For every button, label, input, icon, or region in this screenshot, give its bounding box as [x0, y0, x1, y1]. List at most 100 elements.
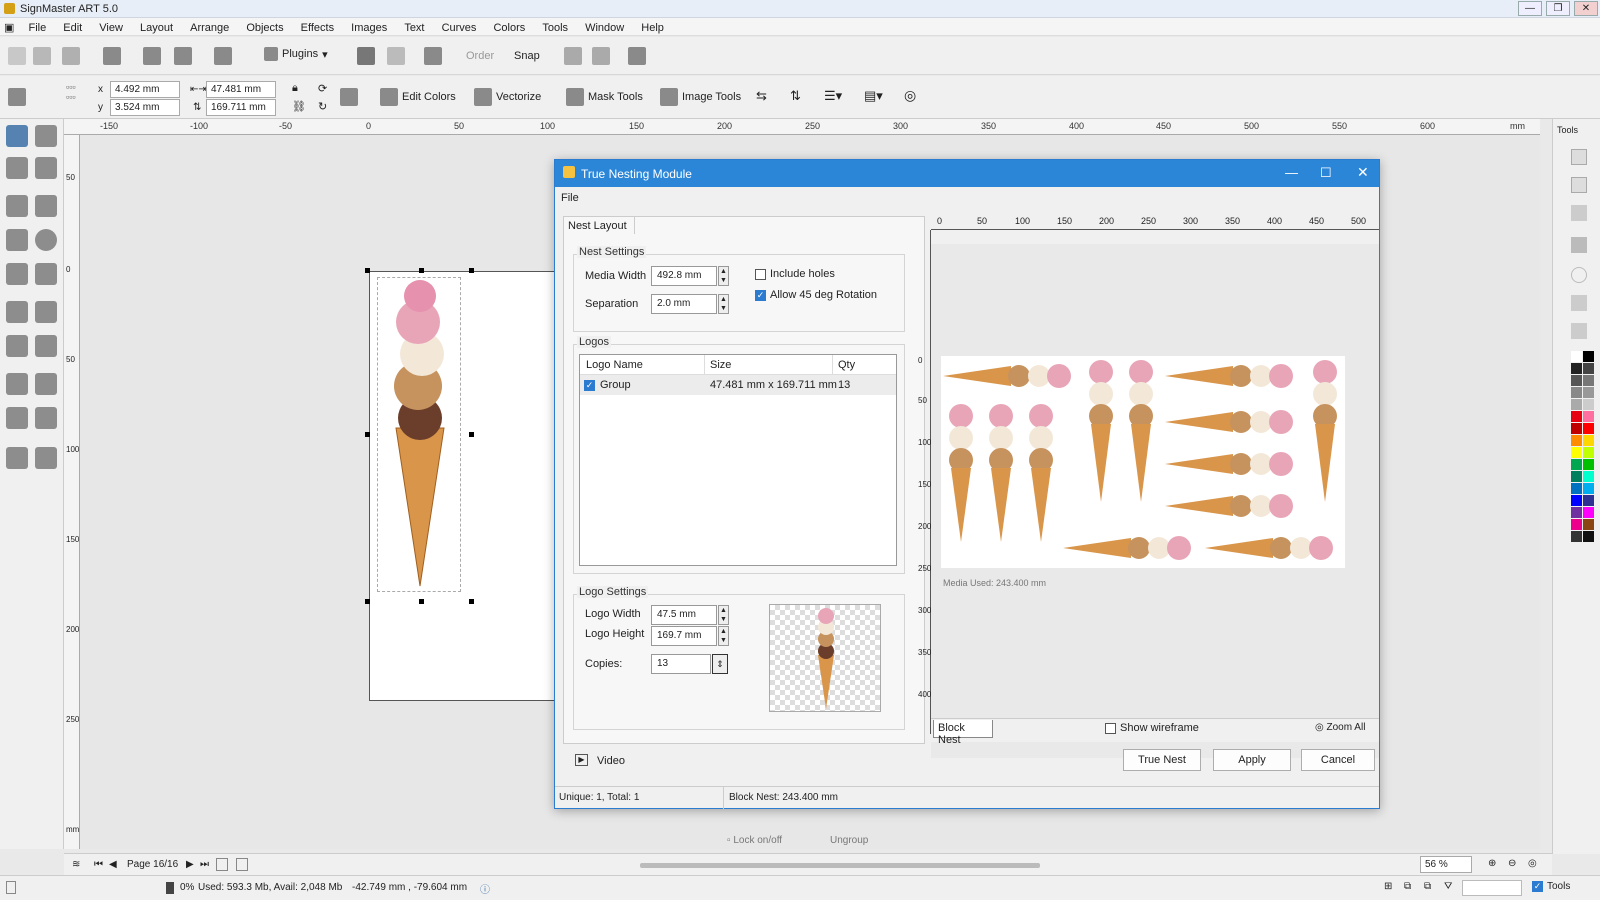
polygon-tool-icon[interactable]	[35, 263, 57, 285]
color-swatch[interactable]	[1583, 447, 1594, 458]
minimize-button[interactable]: —	[1518, 1, 1542, 16]
filter-icon[interactable]: ⛛	[1444, 881, 1452, 892]
zoom-out-icon[interactable]: ⊖	[1508, 858, 1516, 869]
redo-icon[interactable]	[387, 47, 405, 65]
fx-tool-icon[interactable]	[35, 373, 57, 395]
menu-effects[interactable]: Effects	[294, 19, 341, 37]
separation-input[interactable]: 2.0 mm	[651, 294, 717, 314]
print-icon[interactable]	[143, 47, 161, 65]
fill-tool-icon[interactable]	[6, 335, 28, 357]
panel-icon[interactable]	[1571, 295, 1587, 311]
anchor-grid-icon[interactable]: ▫▫▫ ▫▫▫	[66, 82, 76, 102]
rectangle-tool-icon[interactable]	[6, 229, 28, 251]
color-swatch[interactable]	[1583, 531, 1594, 542]
table-row[interactable]: ✓ Group 47.481 mm x 169.711 mm 13	[580, 375, 896, 395]
pan-tool-icon[interactable]	[35, 157, 57, 179]
color-swatch[interactable]	[1571, 399, 1582, 410]
menu-help[interactable]: Help	[634, 19, 671, 37]
color-swatch[interactable]	[1583, 519, 1594, 530]
order-button[interactable]: Order	[466, 50, 494, 62]
snap-grid-icon[interactable]: ⊞	[1384, 881, 1392, 892]
align-icon[interactable]: ☰▾	[824, 88, 842, 104]
menu-window[interactable]: Window	[578, 19, 631, 37]
crop-tool-icon[interactable]	[35, 447, 57, 469]
lock-ratio-icon[interactable]: 🔒︎	[292, 82, 298, 95]
open-icon[interactable]	[33, 47, 51, 65]
color-swatch[interactable]	[1571, 459, 1582, 470]
color-swatch[interactable]	[1571, 411, 1582, 422]
zoom-fit-icon[interactable]: ◎	[1528, 858, 1537, 869]
ellipse-tool-icon[interactable]	[35, 229, 57, 251]
y-field[interactable]: 3.524 mm	[110, 99, 180, 116]
ungroup-icon[interactable]	[592, 47, 610, 65]
shape-tool-icon[interactable]	[6, 263, 28, 285]
menu-colors[interactable]: Colors	[486, 19, 532, 37]
video-label[interactable]: Video	[597, 755, 625, 767]
add-page-icon[interactable]	[216, 858, 228, 871]
color-swatch[interactable]	[1571, 423, 1582, 434]
prev-page-icon[interactable]: ◀	[109, 859, 117, 870]
text-effect-tool-icon[interactable]	[6, 373, 28, 395]
new-icon[interactable]	[8, 47, 26, 65]
rotate-icon[interactable]: ⟳	[318, 82, 327, 95]
distribute-icon[interactable]: ▤▾	[864, 88, 883, 104]
height-field[interactable]: 169.711 mm	[206, 99, 276, 116]
select-tool-icon[interactable]	[6, 125, 28, 147]
color-swatch[interactable]	[1571, 471, 1582, 482]
tools-panel-tab[interactable]: Tools	[1557, 125, 1578, 135]
brush-tool-icon[interactable]	[35, 301, 57, 323]
cancel-button[interactable]: Cancel	[1301, 749, 1375, 771]
color-swatch[interactable]	[1571, 375, 1582, 386]
select-group-icon[interactable]	[424, 47, 442, 65]
color-swatch[interactable]	[1583, 435, 1594, 446]
col-logo-name[interactable]: Logo Name	[586, 359, 643, 371]
zoom-tool-icon[interactable]	[6, 157, 28, 179]
color-swatch[interactable]	[1571, 531, 1582, 542]
snap-object-icon[interactable]: ⧉	[1404, 881, 1411, 892]
weld-tool-icon[interactable]	[35, 407, 57, 429]
page-setup-icon[interactable]	[236, 858, 248, 871]
menu-edit[interactable]: Edit	[56, 19, 89, 37]
color-swatch[interactable]	[1583, 363, 1594, 374]
color-swatch[interactable]	[1571, 483, 1582, 494]
menu-view[interactable]: View	[92, 19, 130, 37]
logo-height-input[interactable]: 169.7 mm	[651, 626, 717, 646]
flip-horizontal-icon[interactable]: ⇆	[756, 88, 767, 104]
logo-height-stepper[interactable]: ▲ ▼	[718, 626, 729, 646]
separation-stepper[interactable]: ▲ ▼	[718, 294, 729, 314]
color-swatch[interactable]	[1571, 435, 1582, 446]
logo-width-stepper[interactable]: ▲ ▼	[718, 605, 729, 625]
selection-handle[interactable]	[419, 268, 424, 273]
selected-ice-cream-image[interactable]	[377, 277, 461, 592]
last-page-icon[interactable]: ⏭	[200, 859, 209, 870]
color-swatch[interactable]	[1583, 387, 1594, 398]
panel-icon[interactable]	[1571, 177, 1587, 193]
menu-objects[interactable]: Objects	[239, 19, 290, 37]
panel-icon[interactable]	[1571, 267, 1587, 283]
color-swatch[interactable]	[1583, 507, 1594, 518]
plugins-button[interactable]: Plugins ▾	[264, 47, 328, 61]
menu-curves[interactable]: Curves	[435, 19, 484, 37]
zoom-in-icon[interactable]: ⊕	[1488, 858, 1496, 869]
zoom-all-button[interactable]: ◎ Zoom All	[1315, 722, 1365, 733]
zoom-select[interactable]: 56 %	[1420, 856, 1472, 873]
info-icon[interactable]: ⓘ	[480, 881, 490, 896]
color-swatch[interactable]	[1583, 471, 1594, 482]
width-field[interactable]: 47.481 mm	[206, 81, 276, 98]
menu-layout[interactable]: Layout	[133, 19, 180, 37]
apply-button[interactable]: Apply	[1213, 749, 1291, 771]
vectorize-button[interactable]: Vectorize	[474, 88, 541, 106]
doc-icon[interactable]: ▣	[0, 18, 18, 37]
template-icon[interactable]	[62, 47, 80, 65]
maximize-button[interactable]: ❐	[1546, 1, 1570, 16]
color-swatch[interactable]	[1583, 399, 1594, 410]
color-swatch[interactable]	[1571, 351, 1582, 362]
copies-stepper[interactable]: ⇕	[712, 654, 728, 674]
color-swatch[interactable]	[1583, 483, 1594, 494]
color-swatch[interactable]	[1571, 363, 1582, 374]
pen-tool-icon[interactable]	[6, 301, 28, 323]
selection-handle[interactable]	[469, 268, 474, 273]
flip-vertical-icon[interactable]: ⇅	[790, 88, 801, 104]
snap-guide-icon[interactable]: ⧉	[1424, 881, 1431, 892]
first-page-icon[interactable]: ⏮	[94, 859, 103, 870]
